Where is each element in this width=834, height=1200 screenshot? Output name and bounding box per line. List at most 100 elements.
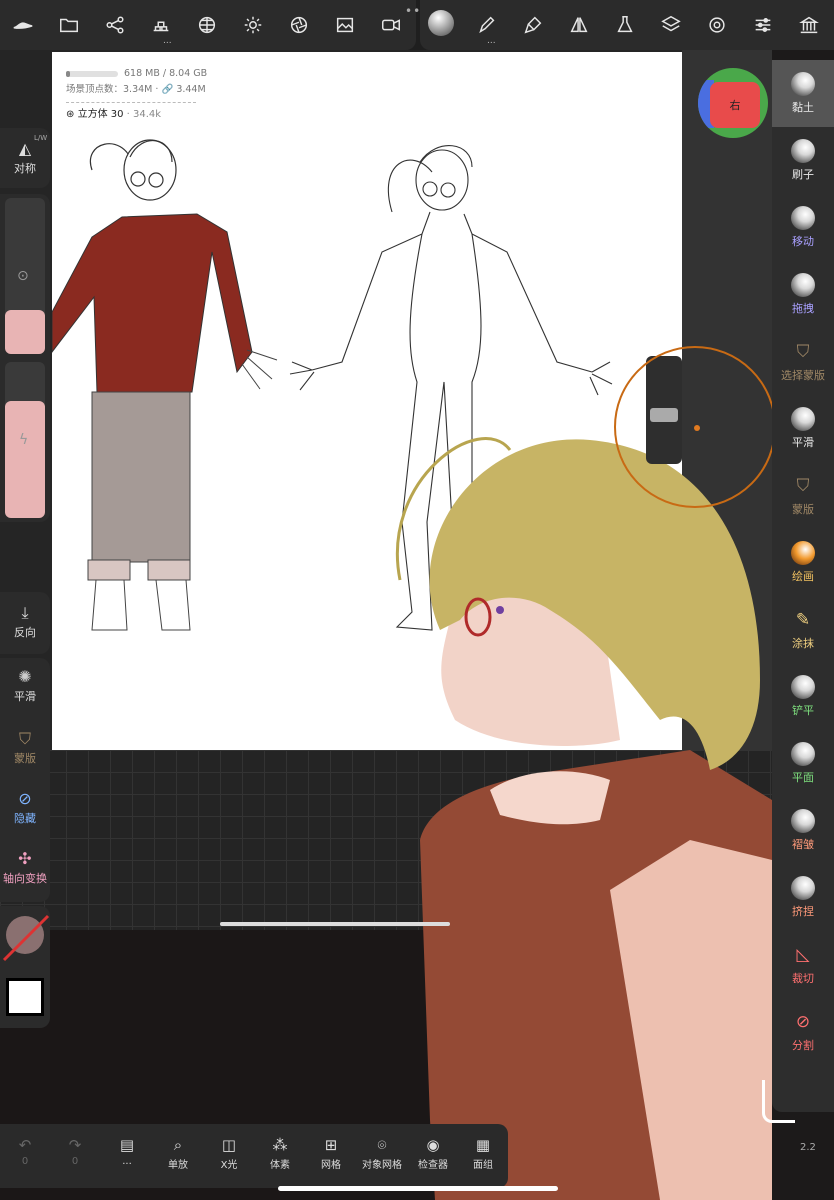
quick-tools-panel: ✺ 平滑 ⛉ 蒙版 ⊘ 隐藏 ✣ 轴向变换 bbox=[0, 658, 50, 902]
smooth-icon bbox=[791, 407, 815, 431]
sphere-mesh-icon: ⌾ bbox=[377, 1136, 387, 1154]
gizmo-icon: ✣ bbox=[18, 849, 32, 868]
museum-icon[interactable] bbox=[794, 10, 824, 40]
brush-icon[interactable] bbox=[518, 10, 548, 40]
object-name: 立方体 30 bbox=[77, 109, 124, 120]
tool-label: 涂抹 bbox=[792, 637, 814, 650]
tool-plane[interactable]: 平面 bbox=[772, 730, 834, 797]
object-mesh-button[interactable]: ⌾ 对象网格 bbox=[358, 1134, 406, 1171]
orientation-gizmo[interactable]: 右 bbox=[698, 68, 768, 138]
voxel-icon: ⁂ bbox=[272, 1136, 288, 1154]
reverse-label: 反向 bbox=[14, 626, 36, 639]
reverse-button[interactable]: ⤓ 反向 bbox=[0, 602, 50, 640]
undo-button[interactable]: ↶ 0 bbox=[2, 1134, 48, 1167]
vertex-value: 3.34M bbox=[123, 84, 153, 95]
tool-drag[interactable]: 拖拽 bbox=[772, 261, 834, 328]
intensity-slider-fill bbox=[5, 401, 45, 518]
voxel-label: 体素 bbox=[270, 1160, 290, 1171]
mesh-icon: ⊞ bbox=[324, 1136, 338, 1154]
sun-icon[interactable] bbox=[238, 10, 268, 40]
glasses-icon: ◫ bbox=[221, 1136, 237, 1154]
symmetry-button[interactable]: ◭ 对称 bbox=[0, 138, 50, 176]
book-button[interactable]: ▤... bbox=[104, 1134, 150, 1167]
scroll-indicator[interactable] bbox=[220, 922, 450, 926]
tool-smudge[interactable]: ✎ 涂抹 bbox=[772, 596, 834, 663]
mask-label: 蒙版 bbox=[14, 752, 36, 765]
sculpt-model[interactable] bbox=[360, 420, 772, 1200]
tool-label: 分割 bbox=[792, 1039, 814, 1052]
intensity-icon: ϟ bbox=[19, 432, 29, 448]
tool-label: 黏土 bbox=[792, 101, 814, 114]
tool-move[interactable]: 移动 bbox=[772, 194, 834, 261]
sliders-icon[interactable] bbox=[748, 10, 778, 40]
gizmo-label: 轴向变换 bbox=[3, 872, 47, 885]
xray-button[interactable]: ◫ X光 bbox=[206, 1134, 252, 1171]
smooth-button[interactable]: ✺ 平滑 bbox=[0, 666, 50, 704]
inspector-label: 检查器 bbox=[418, 1160, 448, 1171]
tool-smooth[interactable]: 平滑 bbox=[772, 395, 834, 462]
aperture-icon[interactable] bbox=[284, 10, 314, 40]
face-group-button[interactable]: ▦ 面组 bbox=[460, 1134, 506, 1171]
link-value: 3.44M bbox=[176, 84, 206, 95]
link-icon: 🔗 bbox=[161, 84, 174, 95]
image-icon[interactable] bbox=[330, 10, 360, 40]
tool-brush[interactable]: 刷子 bbox=[772, 127, 834, 194]
hide-button[interactable]: ⊘ 隐藏 bbox=[0, 788, 50, 826]
share-icon[interactable] bbox=[100, 10, 130, 40]
color-swatch[interactable] bbox=[6, 978, 44, 1016]
tool-mask[interactable]: ⛉ 蒙版 bbox=[772, 462, 834, 529]
hat-icon[interactable] bbox=[8, 10, 38, 40]
layers-icon[interactable] bbox=[656, 10, 686, 40]
face-group-label: 面组 bbox=[473, 1160, 493, 1171]
book-label: ... bbox=[122, 1156, 132, 1167]
tool-label: 选择蒙版 bbox=[781, 369, 825, 382]
tool-trim[interactable]: ◺ 裁切 bbox=[772, 931, 834, 998]
smooth-label: 平滑 bbox=[14, 690, 36, 703]
mesh-button[interactable]: ⊞ 网格 bbox=[308, 1134, 354, 1171]
home-indicator[interactable] bbox=[278, 1186, 558, 1191]
tool-label: 蒙版 bbox=[792, 503, 814, 516]
redo-button[interactable]: ↷ 0 bbox=[52, 1134, 98, 1167]
flask-icon[interactable] bbox=[610, 10, 640, 40]
more-dots: ... bbox=[163, 36, 172, 46]
symmetry-icon[interactable] bbox=[564, 10, 594, 40]
zoom-button[interactable]: ⌕ 单放 bbox=[155, 1134, 201, 1171]
hide-label: 隐藏 bbox=[14, 812, 36, 825]
tool-label: 刷子 bbox=[792, 168, 814, 181]
video-icon[interactable] bbox=[376, 10, 406, 40]
gizmo-right-face[interactable]: 右 bbox=[710, 82, 760, 128]
move-icon bbox=[791, 206, 815, 230]
mask-button[interactable]: ⛉ 蒙版 bbox=[0, 728, 50, 766]
plane-icon bbox=[791, 742, 815, 766]
inspector-button[interactable]: ◉ 检查器 bbox=[410, 1134, 456, 1171]
material-ball-icon[interactable] bbox=[426, 8, 456, 38]
tool-label: 平滑 bbox=[792, 436, 814, 449]
corner-handle[interactable] bbox=[762, 1080, 795, 1123]
stats-overlay: 618 MB / 8.04 GB 场景顶点数：3.34M · 🔗 3.44M ⊛… bbox=[66, 66, 207, 123]
xray-label: X光 bbox=[220, 1160, 238, 1171]
gizmo-face-label: 右 bbox=[729, 99, 741, 112]
gear-icon[interactable] bbox=[702, 10, 732, 40]
intensity-slider[interactable]: ϟ bbox=[5, 362, 45, 518]
object-icon: ⊛ bbox=[66, 109, 75, 120]
arrow-down-icon: ⤓ bbox=[21, 603, 29, 622]
tool-paint[interactable]: 绘画 bbox=[772, 529, 834, 596]
folder-icon[interactable] bbox=[54, 10, 84, 40]
object-row[interactable]: ⊛ 立方体 30 · 34.4k bbox=[66, 107, 207, 123]
tool-label: 平面 bbox=[792, 771, 814, 784]
top-toolbar-left: ... bbox=[0, 0, 416, 50]
tool-clay[interactable]: 黏土 bbox=[772, 60, 834, 127]
tool-crease[interactable]: 褶皱 bbox=[772, 797, 834, 864]
tool-label: 挤捏 bbox=[792, 905, 814, 918]
vertex-row: 场景顶点数：3.34M · 🔗 3.44M bbox=[66, 84, 206, 95]
voxel-button[interactable]: ⁂ 体素 bbox=[257, 1134, 303, 1171]
globe-grid-icon[interactable] bbox=[192, 10, 222, 40]
tool-flatten[interactable]: 铲平 bbox=[772, 663, 834, 730]
gizmo-transform-button[interactable]: ✣ 轴向变换 bbox=[0, 848, 50, 886]
tool-split[interactable]: ⊘ 分割 bbox=[772, 998, 834, 1065]
radius-slider[interactable]: ⊙ bbox=[5, 198, 45, 354]
memory-text: 618 MB / 8.04 GB bbox=[124, 68, 208, 79]
tool-select-mask[interactable]: ⛉ 选择蒙版 bbox=[772, 328, 834, 395]
tool-pinch[interactable]: 挤捏 bbox=[772, 864, 834, 931]
smudge-icon: ✎ bbox=[795, 610, 811, 630]
